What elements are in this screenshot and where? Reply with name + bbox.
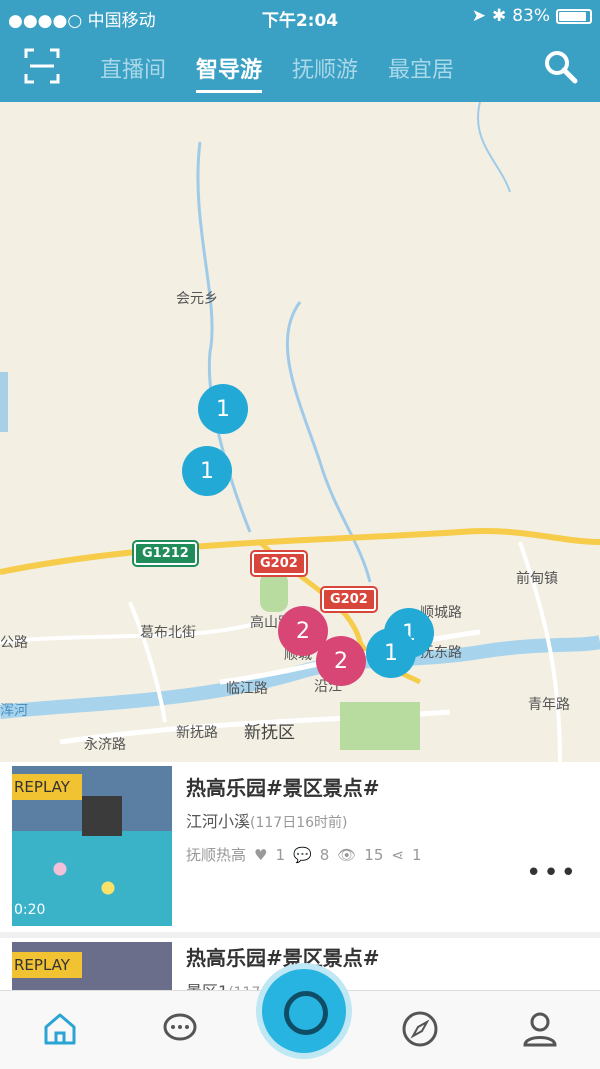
feed-card[interactable]: REPLAY 0:20 热高乐园#景区景点# 江河小溪(117日16时前) 抚顺… bbox=[0, 762, 600, 932]
category-label[interactable]: 抚顺热高 bbox=[186, 844, 246, 865]
replay-badge: REPLAY bbox=[12, 952, 82, 978]
compass-icon[interactable] bbox=[400, 1009, 440, 1049]
video-thumbnail[interactable]: REPLAY 0:20 bbox=[12, 766, 172, 926]
share-icon[interactable]: ⋖ bbox=[391, 846, 404, 864]
share-count: 1 bbox=[411, 845, 422, 864]
bottom-nav bbox=[0, 969, 600, 1069]
bluetooth-icon: ✱ bbox=[491, 6, 507, 26]
card-stats: 抚顺热高 ♥ 1 💬 8 👁 15 ⋖ 1 bbox=[186, 844, 422, 865]
home-icon[interactable] bbox=[40, 1009, 80, 1049]
tab-fushun-tour[interactable]: 抚顺游 bbox=[292, 52, 358, 93]
tab-smart-guide[interactable]: 智导游 bbox=[196, 52, 263, 93]
video-thumbnail[interactable]: REPLAY bbox=[12, 942, 172, 996]
author-name[interactable]: 江河小溪 bbox=[186, 812, 250, 831]
battery-percent: 83% bbox=[512, 6, 550, 26]
map-cluster-pin[interactable]: 2 bbox=[316, 636, 366, 686]
map-label: 浑河 bbox=[0, 703, 28, 719]
highway-shield: G202 bbox=[322, 588, 376, 611]
status-bar: ●●●●○ 中国移动 下午2:04 ➤ ✱ 83% bbox=[0, 0, 600, 34]
top-bar: 直播间 智导游 抚顺游 最宜居 bbox=[0, 34, 600, 102]
card-author: 江河小溪(117日16时前) bbox=[186, 808, 347, 832]
highway-shield: G1212 bbox=[134, 542, 197, 565]
status-right: ➤ ✱ 83% bbox=[472, 6, 592, 26]
replay-badge: REPLAY bbox=[12, 774, 82, 800]
view-count: 15 bbox=[364, 845, 384, 864]
map-label: 会元乡 bbox=[176, 291, 218, 307]
like-count: 1 bbox=[275, 845, 286, 864]
map-cluster-pin[interactable]: 1 bbox=[198, 384, 248, 434]
map-label: 新抚区 bbox=[244, 723, 295, 743]
map-label: 葛布北街 bbox=[140, 625, 196, 641]
video-duration: 0:20 bbox=[14, 902, 46, 918]
profile-icon[interactable] bbox=[520, 1009, 560, 1049]
tab-live-room[interactable]: 直播间 bbox=[100, 52, 166, 93]
map-label: 公路 bbox=[0, 635, 28, 651]
map-label: 临江路 bbox=[226, 681, 268, 697]
post-time: (117日16时前) bbox=[250, 815, 348, 831]
tab-bar: 直播间 智导游 抚顺游 最宜居 bbox=[100, 52, 454, 93]
battery-icon bbox=[556, 8, 592, 24]
search-icon[interactable] bbox=[542, 48, 578, 84]
location-arrow-icon: ➤ bbox=[471, 6, 486, 26]
more-options-icon[interactable]: ••• bbox=[526, 858, 578, 888]
card-title[interactable]: 热高乐园#景区景点# bbox=[186, 942, 380, 971]
like-icon[interactable]: ♥ bbox=[254, 846, 267, 864]
scan-icon[interactable] bbox=[24, 48, 60, 84]
live-center-button[interactable] bbox=[262, 969, 346, 1053]
view-icon: 👁 bbox=[337, 845, 357, 864]
card-title[interactable]: 热高乐园#景区景点# bbox=[186, 772, 380, 801]
thumbnail-tower bbox=[82, 796, 122, 836]
map-view[interactable]: 会元乡 前甸镇 顺城路 抚东路 高山路 顺城 临江路 沿江 新抚路 新抚区 永济… bbox=[0, 102, 600, 762]
center-ring bbox=[284, 991, 328, 1035]
comment-count: 8 bbox=[319, 845, 330, 864]
map-label: 永济路 bbox=[84, 737, 126, 753]
comment-icon[interactable]: 💬 bbox=[293, 846, 312, 864]
map-cluster-pin[interactable]: 1 bbox=[366, 628, 416, 678]
map-label: 前甸镇 bbox=[516, 571, 558, 587]
tab-most-livable[interactable]: 最宜居 bbox=[388, 52, 454, 93]
map-label: 新抚路 bbox=[176, 725, 218, 741]
chat-icon[interactable] bbox=[160, 1009, 200, 1049]
map-cluster-pin[interactable]: 1 bbox=[182, 446, 232, 496]
map-label: 青年路 bbox=[528, 697, 570, 713]
highway-shield: G202 bbox=[252, 552, 306, 575]
